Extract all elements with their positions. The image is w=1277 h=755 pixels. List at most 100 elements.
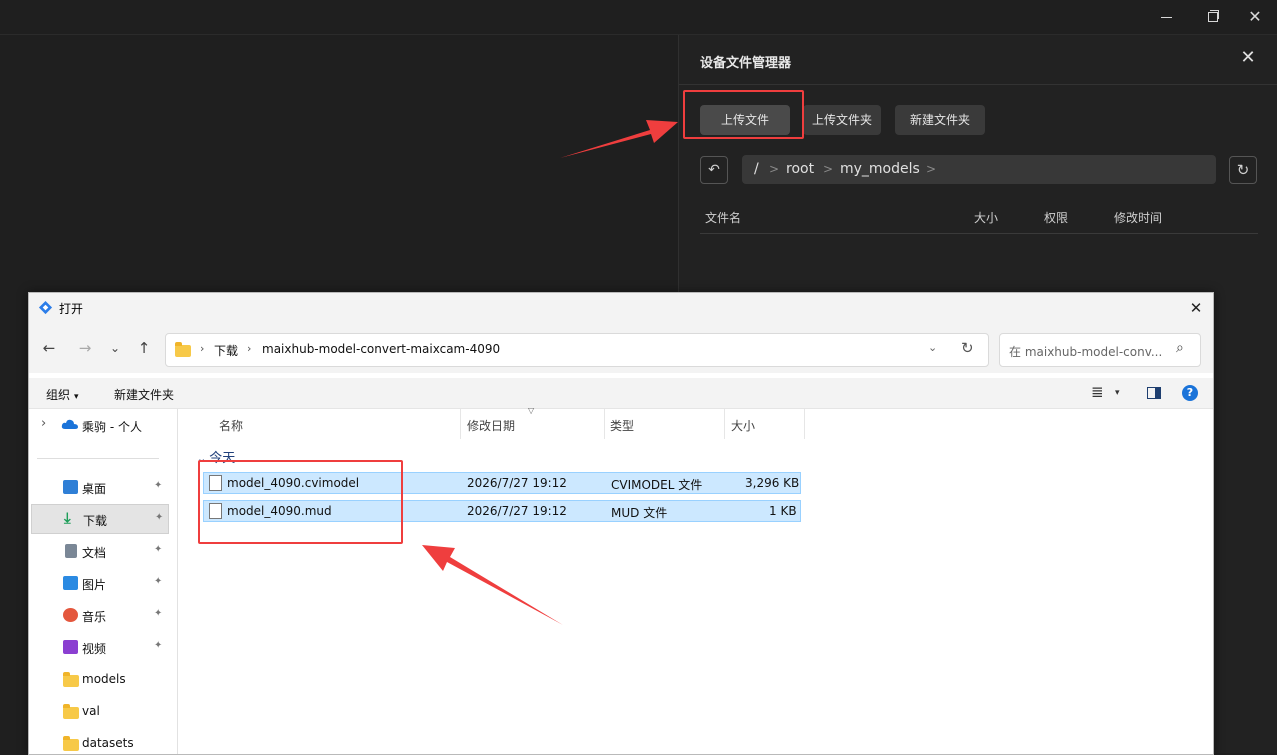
folder-icon bbox=[63, 704, 79, 719]
path-separator: > bbox=[926, 162, 937, 176]
column-header-divider bbox=[700, 233, 1258, 234]
pin-icon[interactable]: ✦ bbox=[155, 512, 163, 523]
file-type: CVIMODEL 文件 bbox=[611, 478, 703, 492]
navigation-pane: › 乘驹 - 个人 桌面 ✦ ⤓ 下载 ✦ 文档 ✦ 图片 ✦ 音乐 ✦ 视频 … bbox=[29, 409, 185, 754]
pin-icon[interactable]: ✦ bbox=[154, 576, 162, 587]
sidebar-item-models[interactable]: models bbox=[29, 665, 169, 693]
column-header-size[interactable]: 大小 bbox=[731, 417, 755, 434]
pin-icon[interactable]: ✦ bbox=[154, 480, 162, 491]
column-header-name[interactable]: 文件名 bbox=[705, 209, 741, 226]
search-placeholder: 在 maixhub-model-conv... bbox=[1009, 345, 1163, 359]
forward-arrow-icon[interactable]: → bbox=[75, 338, 95, 358]
path-root[interactable]: / bbox=[754, 155, 759, 184]
sidebar-item-datasets[interactable]: datasets bbox=[29, 729, 169, 754]
sidebar-item-val[interactable]: val bbox=[29, 697, 169, 725]
sidebar-item-cloud[interactable]: › 乘驹 - 个人 bbox=[29, 411, 169, 439]
path-breadcrumb[interactable]: / > root > my_models > bbox=[742, 155, 1216, 184]
address-dropdown-icon[interactable]: ⌄ bbox=[928, 341, 937, 354]
address-refresh-icon[interactable]: ↻ bbox=[961, 339, 974, 357]
address-segment-folder[interactable]: maixhub-model-convert-maixcam-4090 bbox=[262, 342, 500, 356]
up-arrow-icon[interactable]: ↑ bbox=[134, 338, 154, 358]
column-header-modified[interactable]: 修改日期 bbox=[467, 417, 515, 434]
download-icon: ⤓ bbox=[64, 509, 71, 527]
view-options-icon[interactable]: ≣ bbox=[1091, 383, 1104, 401]
path-segment-my-models[interactable]: my_models bbox=[840, 155, 920, 184]
sidebar-item-label: 视频 bbox=[82, 642, 107, 656]
chevron-down-icon: ▾ bbox=[74, 392, 79, 402]
sort-indicator-icon: ▽ bbox=[528, 406, 535, 415]
search-input[interactable]: 在 maixhub-model-conv... ⌕ bbox=[999, 333, 1201, 367]
upload-folder-button[interactable]: 上传文件夹 bbox=[803, 105, 881, 135]
column-header-permissions[interactable]: 权限 bbox=[1044, 209, 1068, 226]
pin-icon[interactable]: ✦ bbox=[154, 608, 162, 619]
preview-pane-icon[interactable] bbox=[1147, 387, 1161, 399]
panel-close-icon[interactable]: ✕ bbox=[1237, 47, 1259, 69]
address-segment-downloads[interactable]: 下载 bbox=[214, 342, 238, 359]
sidebar-item-label: val bbox=[82, 704, 100, 718]
sidebar-item-label: 文档 bbox=[82, 546, 107, 560]
column-header-type[interactable]: 类型 bbox=[610, 417, 634, 434]
sidebar-divider bbox=[37, 458, 159, 459]
folder-icon bbox=[63, 672, 79, 687]
music-icon bbox=[63, 608, 78, 622]
app-title-bar: ✕ bbox=[0, 0, 1277, 35]
sidebar-item-pictures[interactable]: 图片 ✦ bbox=[29, 569, 169, 597]
dialog-close-icon[interactable]: ✕ bbox=[1184, 296, 1208, 320]
column-divider[interactable] bbox=[724, 409, 725, 439]
file-size: 3,296 KB bbox=[745, 476, 800, 490]
search-icon[interactable]: ⌕ bbox=[1176, 340, 1184, 356]
back-arrow-icon[interactable]: ← bbox=[39, 338, 59, 358]
path-separator: > bbox=[823, 162, 834, 176]
videos-icon bbox=[63, 640, 78, 654]
view-dropdown-icon[interactable]: ▾ bbox=[1115, 388, 1120, 398]
path-segment-root[interactable]: root bbox=[786, 155, 814, 184]
address-separator: › bbox=[247, 342, 252, 355]
panel-header: 设备文件管理器 ✕ bbox=[679, 35, 1277, 85]
app-logo-icon bbox=[38, 300, 53, 315]
sidebar-item-videos[interactable]: 视频 ✦ bbox=[29, 633, 169, 661]
address-separator: › bbox=[200, 342, 205, 355]
restore-icon[interactable] bbox=[1202, 6, 1224, 28]
sidebar-item-label: 音乐 bbox=[82, 610, 107, 624]
new-folder-command[interactable]: 新建文件夹 bbox=[114, 386, 174, 403]
organize-menu[interactable]: 组织 ▾ bbox=[46, 386, 79, 403]
column-header-size[interactable]: 大小 bbox=[974, 209, 998, 226]
sidebar-item-label: 下载 bbox=[83, 514, 108, 528]
file-modified: 2026/7/27 19:12 bbox=[467, 476, 567, 490]
files-highlight-box bbox=[198, 460, 403, 544]
pin-icon[interactable]: ✦ bbox=[154, 544, 162, 555]
sidebar-item-desktop[interactable]: 桌面 ✦ bbox=[29, 473, 169, 501]
column-divider[interactable] bbox=[460, 409, 461, 439]
column-divider[interactable] bbox=[804, 409, 805, 439]
sidebar-item-documents[interactable]: 文档 ✦ bbox=[29, 537, 169, 565]
recent-locations-icon[interactable]: ⌄ bbox=[105, 338, 125, 358]
sidebar-item-label: models bbox=[82, 672, 126, 686]
column-divider[interactable] bbox=[604, 409, 605, 439]
sidebar-item-downloads[interactable]: ⤓ 下载 ✦ bbox=[31, 504, 169, 534]
sidebar-item-label: 桌面 bbox=[82, 482, 107, 496]
help-icon[interactable]: ? bbox=[1182, 385, 1198, 401]
pin-icon[interactable]: ✦ bbox=[154, 640, 162, 651]
sidebar-item-music[interactable]: 音乐 ✦ bbox=[29, 601, 169, 629]
onedrive-cloud-icon bbox=[61, 419, 78, 429]
organize-label: 组织 bbox=[46, 388, 71, 402]
file-modified: 2026/7/27 19:12 bbox=[467, 504, 567, 518]
address-bar[interactable]: › 下载 › maixhub-model-convert-maixcam-409… bbox=[165, 333, 989, 367]
close-window-icon[interactable]: ✕ bbox=[1244, 6, 1266, 28]
folder-icon bbox=[175, 342, 191, 357]
navigation-pane-scrollbar[interactable] bbox=[177, 409, 178, 754]
minimize-icon[interactable] bbox=[1156, 6, 1178, 28]
arrow-to-upload-icon bbox=[560, 120, 678, 158]
column-header-name[interactable]: 名称 bbox=[219, 417, 243, 434]
expand-chevron-icon[interactable]: › bbox=[41, 416, 46, 431]
panel-title: 设备文件管理器 bbox=[700, 56, 792, 71]
refresh-icon[interactable]: ↻ bbox=[1229, 156, 1257, 184]
dialog-command-bar: 组织 ▾ 新建文件夹 ≣ ▾ ? bbox=[29, 378, 1213, 409]
sidebar-item-label: 乘驹 - 个人 bbox=[82, 420, 142, 434]
dialog-navigation-bar: ← → ⌄ ↑ › 下载 › maixhub-model-convert-mai… bbox=[29, 323, 1213, 373]
documents-icon bbox=[65, 544, 77, 558]
column-header-modified[interactable]: 修改时间 bbox=[1114, 209, 1162, 226]
pictures-icon bbox=[63, 576, 78, 590]
back-icon[interactable]: ↶ bbox=[700, 156, 728, 184]
new-folder-button[interactable]: 新建文件夹 bbox=[895, 105, 985, 135]
